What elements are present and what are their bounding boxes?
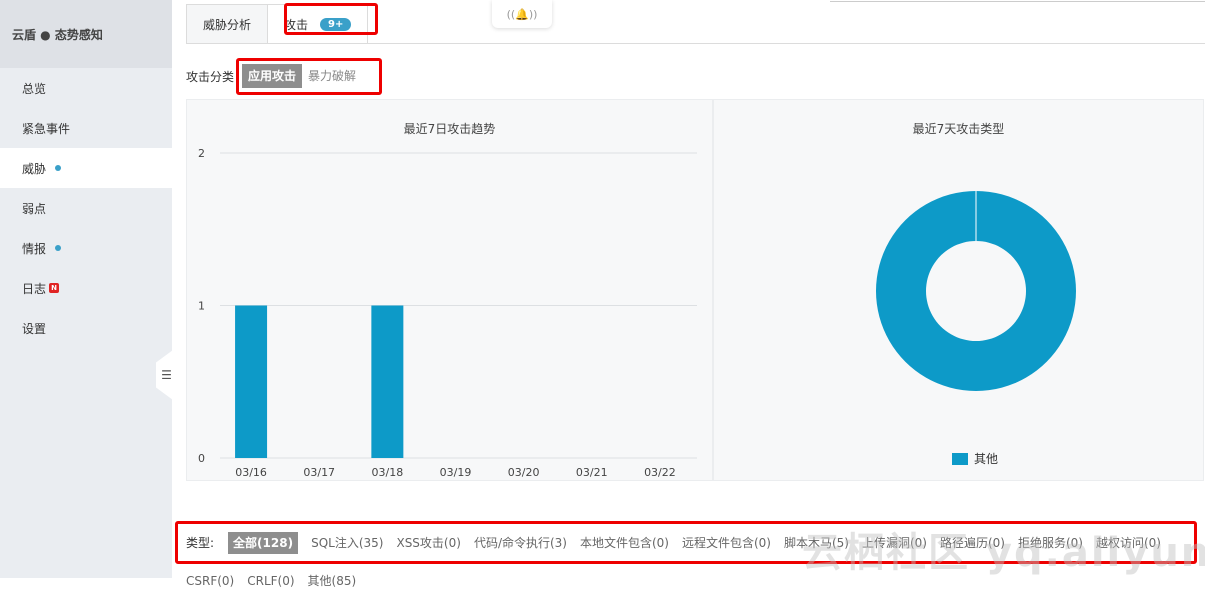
sidebar-item-label: 弱点 [22,201,47,216]
tab-label: 攻击 [284,17,309,32]
x-tick-label: 03/20 [508,466,540,479]
chart-legend: 其他 [952,450,998,467]
filter-item[interactable]: CRLF(0) [247,562,294,600]
sidebar-item-label: 威胁 [22,161,47,176]
filter-label: 类型: [186,536,215,550]
sidebar-collapse-button[interactable]: ☰ [156,350,173,400]
type-filter-bar: 类型: 全部(128) SQL注入(35) XSS攻击(0) 代码/命令执行(3) 本地… [186,524,1196,600]
sidebar-item[interactable]: 紧急事件 [0,108,172,148]
sidebar-nav: 总览紧急事件威胁弱点情报日志 N 设置 [0,68,172,348]
type-chart-panel: 最近7天攻击类型 [713,99,1204,481]
sidebar-item-label: 总览 [22,81,47,96]
type-donut-chart [875,191,1076,391]
count-badge: 9+ [320,17,352,31]
status-dot [55,245,62,251]
main-area: ((🔔)) 威胁分析 攻击 9+ 攻击分类 应用攻击 暴力破解 最近7日攻击趋势 … [172,0,1205,588]
filter-item[interactable]: 路径遍历(0) [940,524,1005,562]
filter-item[interactable]: CSRF(0) [186,562,234,600]
filter-item[interactable]: 远程文件包含(0) [682,524,771,562]
notification-bell[interactable]: ((🔔)) [492,0,552,28]
x-tick-label: 03/21 [576,466,608,479]
x-tick-label: 03/17 [303,466,335,479]
list-icon: ☰ [161,368,172,382]
new-badge: N [49,283,59,293]
sidebar-item[interactable]: 日志 N [0,268,172,308]
x-tick-label: 03/18 [372,466,404,479]
tab-threat-analysis[interactable]: 威胁分析 [186,4,269,44]
sidebar-item-label: 紧急事件 [22,121,71,136]
filter-item[interactable]: 本地文件包含(0) [580,524,669,562]
filter-item[interactable]: 代码/命令执行(3) [474,524,567,562]
filter-item[interactable]: 上传漏洞(0) [862,524,927,562]
sidebar-item-label: 设置 [22,321,47,336]
bar[interactable] [235,305,268,459]
sidebar-item[interactable]: 总览 [0,68,172,108]
x-tick-label: 03/22 [644,466,676,479]
y-tick-label: 2 [198,147,205,160]
sidebar: 云盾 ● 态势感知 总览紧急事件威胁弱点情报日志 N 设置 ☰ [0,0,173,578]
attack-category: 攻击分类 应用攻击 暴力破解 [186,64,362,88]
y-tick-label: 0 [198,452,205,465]
x-tick-label: 03/16 [235,466,267,479]
top-search-box[interactable] [830,0,1205,2]
sidebar-item[interactable]: 弱点 [0,188,172,228]
bar[interactable] [371,305,404,459]
legend-label: 其他 [974,452,999,466]
tab-divider [186,43,1205,44]
tab-label: 威胁分析 [203,17,252,32]
filter-item[interactable]: XSS攻击(0) [396,524,460,562]
chart-title: 最近7天攻击类型 [912,122,1005,136]
legend-swatch [952,452,968,465]
sidebar-item[interactable]: 威胁 [0,148,172,188]
category-label: 攻击分类 [186,69,235,84]
filter-item[interactable]: 拒绝服务(0) [1018,524,1083,562]
category-app-attack[interactable]: 应用攻击 [242,64,303,88]
category-brute-force[interactable]: 暴力破解 [302,64,362,88]
tab-bar: 威胁分析 攻击 9+ [186,4,369,44]
bell-icon: ((🔔)) [506,7,538,21]
sidebar-item-label: 情报 [22,241,47,256]
chart-title: 最近7日攻击趋势 [403,122,496,136]
sidebar-item[interactable]: 设置 [0,308,172,348]
filter-item[interactable]: 其他(85) [308,562,357,600]
filter-item[interactable]: SQL注入(35) [311,524,383,562]
filter-item[interactable]: 越权访问(0) [1096,524,1161,562]
filter-item[interactable]: 全部(128) [228,532,299,554]
x-tick-label: 03/19 [440,466,472,479]
status-dot [55,165,62,171]
sidebar-item-label: 日志 [22,281,47,296]
tab-attack[interactable]: 攻击 9+ [267,4,369,44]
trend-chart-panel: 最近7日攻击趋势 0 1 2 03/16 03/17 03/18 03/19 03/20 03/… [186,99,713,481]
trend-bar-chart: 0 1 2 03/16 03/17 03/18 03/19 03/20 03/21 03/22 [198,147,697,479]
sidebar-item[interactable]: 情报 [0,228,172,268]
brand-title: 云盾 ● 态势感知 [0,0,172,68]
y-tick-label: 1 [198,300,205,313]
filter-item[interactable]: 脚本木马(5) [784,524,849,562]
